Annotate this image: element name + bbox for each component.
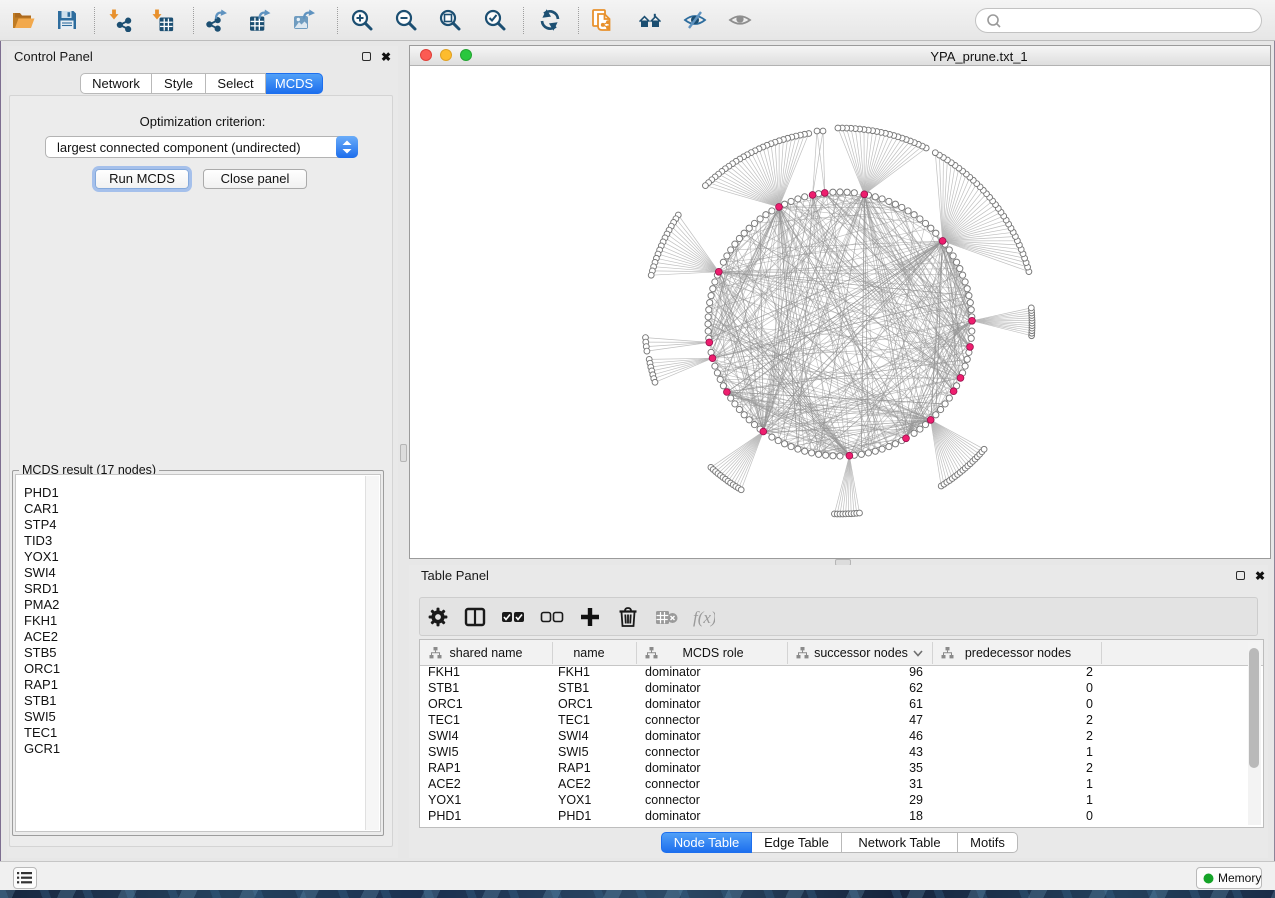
svg-text:f(x): f(x) <box>693 608 715 627</box>
